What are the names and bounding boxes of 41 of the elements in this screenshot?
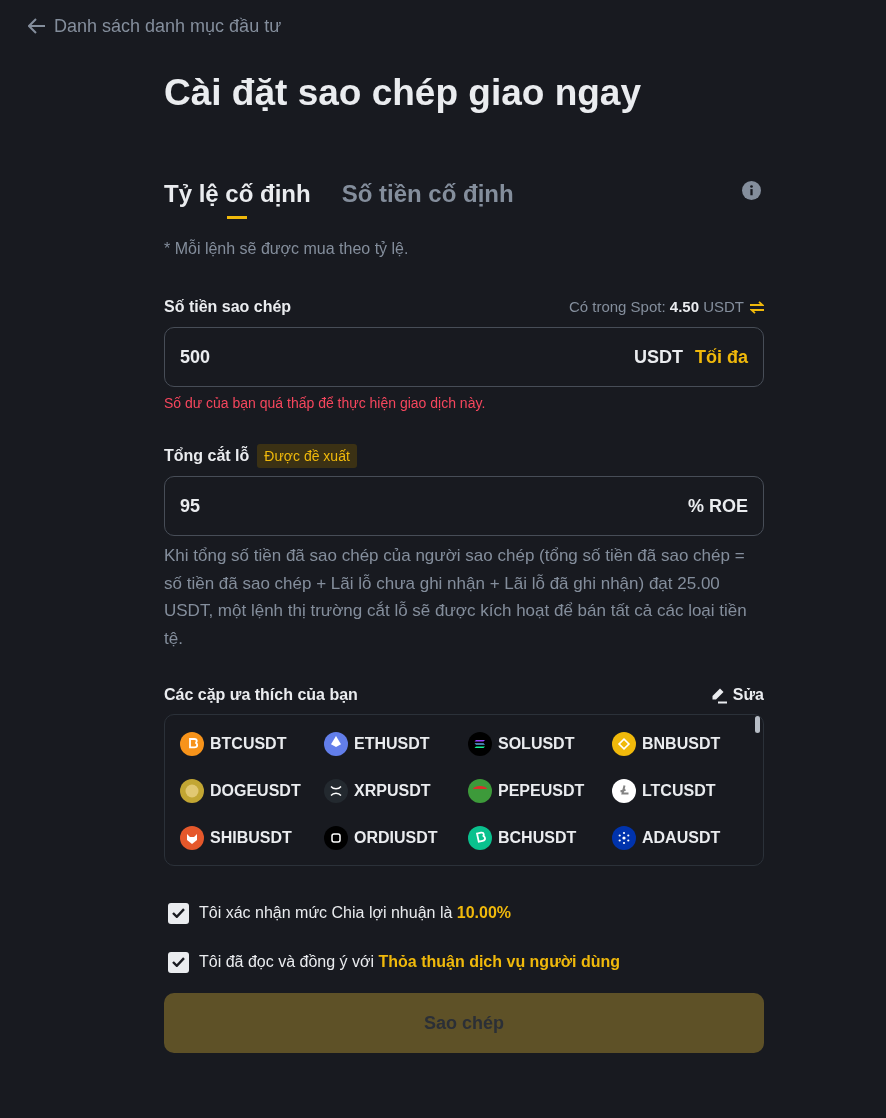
pair-symbol: LTCUSDT — [642, 781, 716, 801]
max-button[interactable]: Tối đa — [695, 343, 748, 371]
error-message: Số dư của bạn quá thấp để thực hiện giao dịch này. — [164, 394, 487, 413]
edit-button[interactable]: Sửa — [708, 683, 764, 707]
scrollbar-thumb[interactable] — [755, 716, 760, 733]
back-arrow-icon — [28, 18, 46, 34]
pair-symbol: BTCUSDT — [210, 734, 287, 754]
pair-symbol: ETHUSDT — [354, 734, 430, 754]
pair-symbol: SHIBUSDT — [210, 828, 292, 848]
pair-symbol: ADAUSDT — [642, 828, 721, 848]
amount-input[interactable]: 500 — [180, 343, 211, 371]
field-label: Số tiền sao chép — [164, 297, 292, 317]
agreement-text: Tôi đã đọc và đồng ý với Thỏa thuận dịch vụ người dùng — [199, 952, 621, 972]
tab[interactable]: Số tiền cố định — [341, 178, 514, 219]
available-balance: Có trong Spot: 4.50 USDT — [568, 297, 744, 317]
checkbox[interactable] — [168, 951, 189, 973]
pair-symbol: ORDIUSDT — [354, 828, 438, 848]
unit-label: % ROE — [688, 494, 748, 518]
tab[interactable]: Tỷ lệ cố định — [164, 178, 311, 219]
stop-loss-description: Khi tổng số tiền đã sao chép của người sao chép (tổng số tiền đã sao chép = số tiền đã sao chép + Lãi lỗ chưa ghi nhận + Lãi lỗ đã ghi nhận) đạt 25.00 USDT, một lệnh thị trường cắt lỗ sẽ được kích hoạt để bán tất cả các loại tiền tệ. — [164, 545, 748, 650]
pair-symbol: PEPEUSDT — [498, 781, 585, 801]
pair-symbol: SOLUSDT — [498, 734, 575, 754]
back-link[interactable]: Danh sách danh mục đầu tư — [28, 14, 282, 38]
user-agreement-link[interactable]: Thỏa thuận dịch vụ người dùng — [378, 953, 621, 970]
unit-label: USDT — [634, 345, 683, 369]
checkbox[interactable] — [168, 902, 189, 924]
page-title: Cài đặt sao chép giao ngay — [164, 71, 642, 115]
recommended-tag: Được đề xuất — [257, 444, 357, 468]
swap-icon[interactable] — [750, 300, 764, 314]
stop-loss-input[interactable]: 95 — [180, 492, 201, 520]
checkmark-icon — [172, 957, 185, 967]
info-icon[interactable] — [742, 181, 761, 200]
pair-symbol: BCHUSDT — [498, 828, 577, 848]
section-label: Các cặp ưa thích của bạn — [164, 685, 358, 705]
pair-symbol: BNBUSDT — [642, 734, 721, 754]
agreement-text: Tôi xác nhận mức Chia lợi nhuận là 10.00% — [199, 903, 512, 923]
note-text: * Mỗi lệnh sẽ được mua theo tỷ lệ. — [164, 238, 410, 259]
pair-symbol: XRPUSDT — [354, 781, 431, 801]
field-label: Tổng cắt lỗ — [164, 445, 250, 466]
pair-symbol: DOGEUSDT — [210, 781, 301, 801]
checkmark-icon — [172, 908, 185, 918]
